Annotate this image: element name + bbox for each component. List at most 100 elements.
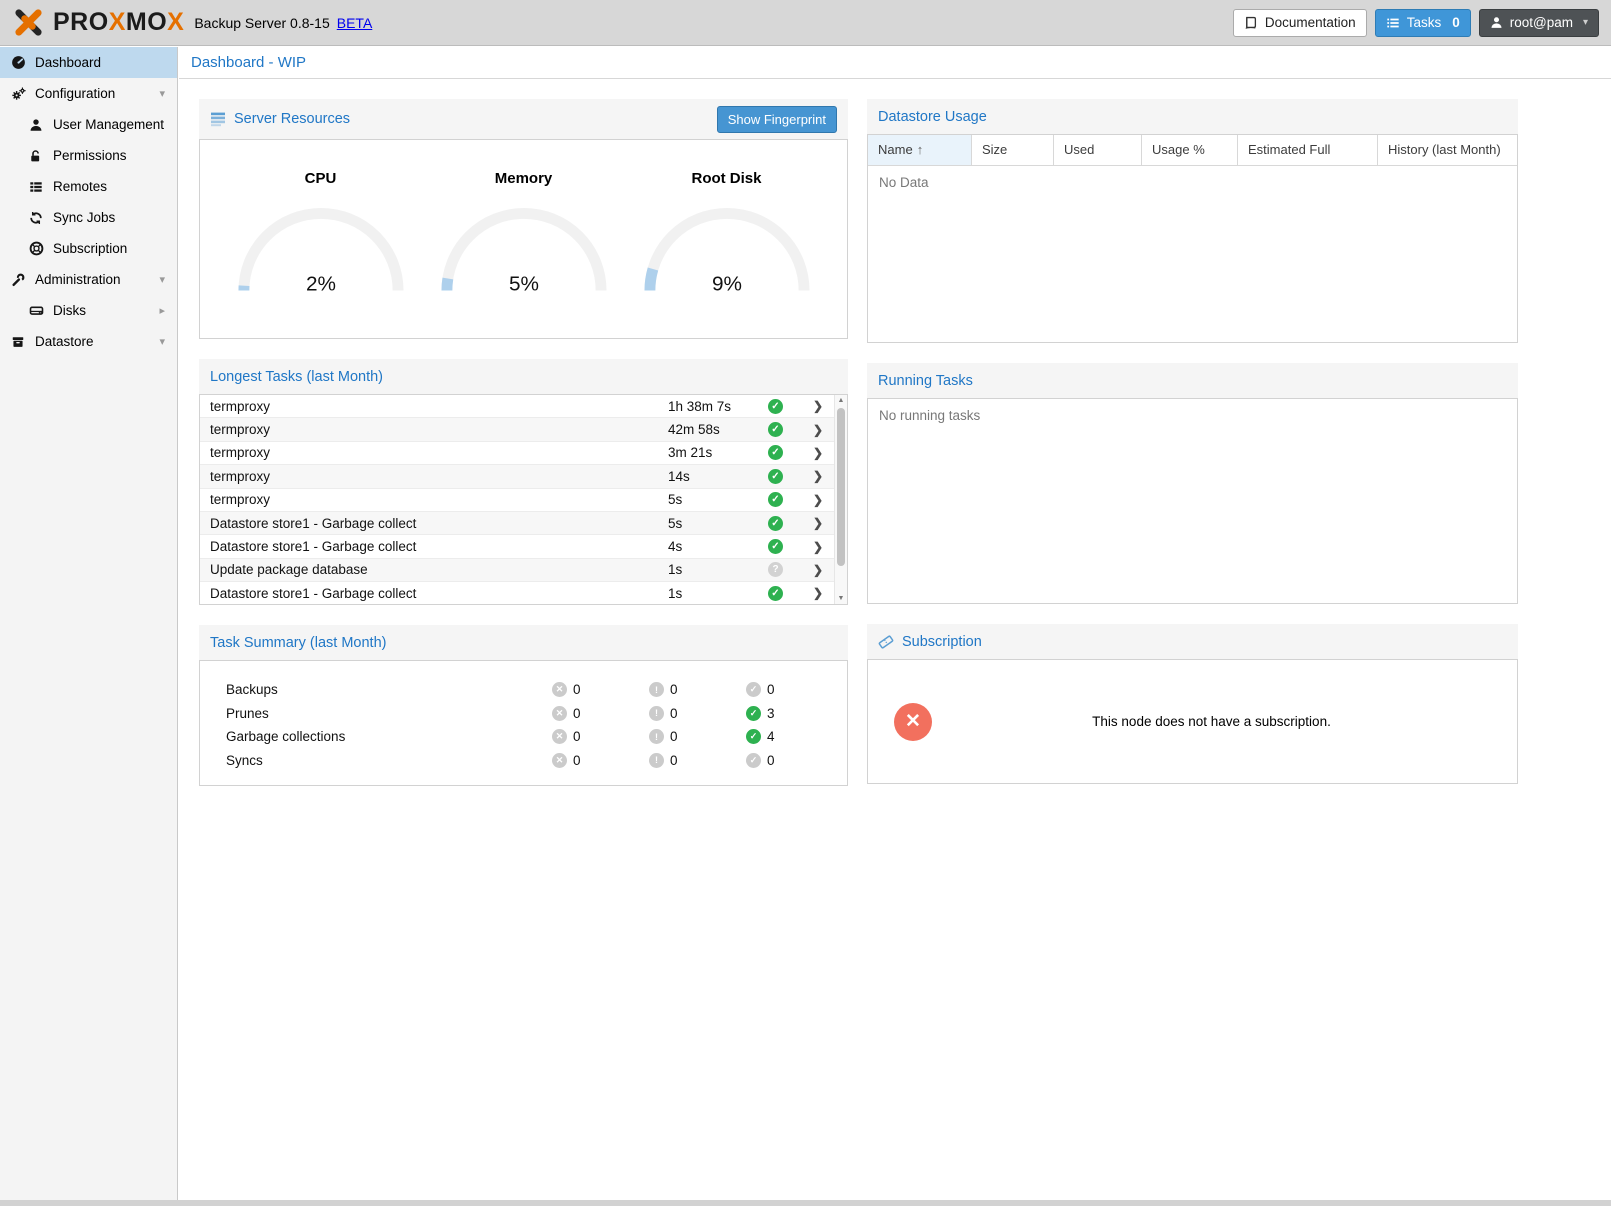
documentation-button[interactable]: Documentation	[1233, 9, 1367, 37]
tasks-button[interactable]: Tasks 0	[1375, 9, 1471, 37]
refresh-icon	[28, 211, 44, 225]
status-ok-icon: ✓	[768, 445, 783, 460]
status-unknown-icon: ?	[768, 562, 783, 577]
svg-text:9%: 9%	[712, 273, 742, 296]
datastore-usage-header: Datastore Usage	[867, 99, 1518, 134]
task-row[interactable]: termproxy 5s ✓ ❯	[200, 489, 847, 512]
task-row[interactable]: Update package database 1s ? ❯	[200, 559, 847, 582]
task-row[interactable]: termproxy 1h 38m 7s ✓ ❯	[200, 395, 847, 418]
panel-title: Running Tasks	[878, 373, 973, 389]
sidebar-item-label: Remotes	[53, 179, 107, 194]
column-header-size[interactable]: Size	[972, 135, 1054, 165]
subscription-panel: Subscription ✕ This node does not have a…	[867, 624, 1518, 784]
sidebar-item-permissions[interactable]: Permissions	[0, 140, 177, 171]
sidebar-item-label: User Management	[53, 117, 164, 132]
panel-title: Datastore Usage	[878, 109, 987, 125]
beta-link[interactable]: BETA	[337, 15, 373, 31]
root-disk-gauge-arc: 9%	[642, 203, 812, 296]
task-row[interactable]: Datastore store1 - Garbage collect 5s ✓ …	[200, 512, 847, 535]
table-header-row: Name↑ Size Used Usage % Estimated Full H…	[868, 135, 1517, 165]
status-ok-icon: ✓	[768, 586, 783, 601]
life-ring-icon	[28, 241, 44, 256]
sidebar-item-configuration[interactable]: Configuration ▾	[0, 78, 177, 109]
task-row[interactable]: Datastore store1 - Garbage collect 1s ✓ …	[200, 582, 847, 605]
column-header-name[interactable]: Name↑	[868, 135, 972, 165]
server-resources-header: Server Resources Show Fingerprint	[199, 99, 848, 139]
running-tasks-header: Running Tasks	[867, 363, 1518, 398]
sidebar-item-label: Subscription	[53, 241, 127, 256]
svg-text:2%: 2%	[306, 273, 336, 296]
column-header-used[interactable]: Used	[1054, 135, 1142, 165]
task-row[interactable]: termproxy 42m 58s ✓ ❯	[200, 418, 847, 441]
ok-count-icon: ✓	[746, 753, 761, 768]
ticket-icon	[878, 634, 894, 650]
sidebar-item-label: Administration	[35, 272, 121, 287]
sidebar-item-sync-jobs[interactable]: Sync Jobs	[0, 202, 177, 233]
summary-row-garbage-collections: Garbage collections ✕0 !0 ✓4	[226, 725, 821, 749]
panel-title: Longest Tasks (last Month)	[210, 369, 383, 385]
sidebar-item-remotes[interactable]: Remotes	[0, 171, 177, 202]
user-icon	[28, 118, 44, 132]
sidebar-item-administration[interactable]: Administration ▾	[0, 264, 177, 295]
ok-count-icon: ✓	[746, 682, 761, 697]
proxmox-x-icon	[12, 7, 45, 38]
user-menu-button[interactable]: root@pam ▾	[1479, 9, 1599, 37]
server-resources-body: CPU 2% Memory 5%	[199, 139, 848, 339]
proxmox-wordmark: PROXMOX	[53, 8, 184, 37]
column-header-history[interactable]: History (last Month)	[1378, 135, 1517, 165]
main-area: Dashboard - WIP Server Resources Show Fi…	[179, 46, 1611, 1200]
running-tasks-panel: Running Tasks No running tasks	[867, 363, 1518, 604]
datastore-usage-table: Name↑ Size Used Usage % Estimated Full H…	[867, 134, 1518, 343]
error-count-icon: ✕	[552, 706, 567, 721]
unlock-icon	[28, 149, 44, 163]
error-count-icon: ✕	[552, 682, 567, 697]
svg-text:5%: 5%	[509, 273, 539, 296]
scroll-down-arrow[interactable]: ▼	[835, 595, 847, 602]
task-summary-header: Task Summary (last Month)	[199, 625, 848, 660]
sidebar-item-disks[interactable]: Disks ▸	[0, 295, 177, 326]
sidebar-item-dashboard[interactable]: Dashboard	[0, 47, 177, 78]
sidebar-item-label: Permissions	[53, 148, 127, 163]
column-header-usage-pct[interactable]: Usage %	[1142, 135, 1238, 165]
chevron-right-icon: ▸	[159, 304, 165, 317]
user-icon	[1490, 16, 1503, 29]
warning-count-icon: !	[649, 682, 664, 697]
sidebar-item-user-management[interactable]: User Management	[0, 109, 177, 140]
column-header-estimated-full[interactable]: Estimated Full	[1238, 135, 1378, 165]
sidebar-item-datastore[interactable]: Datastore ▾	[0, 326, 177, 357]
sidebar-item-subscription[interactable]: Subscription	[0, 233, 177, 264]
summary-row-backups: Backups ✕0 !0 ✓0	[226, 678, 821, 702]
scroll-up-arrow[interactable]: ▲	[835, 397, 847, 404]
ok-count-icon: ✓	[746, 706, 761, 721]
chevron-down-icon: ▾	[159, 273, 165, 286]
scrollbar-thumb[interactable]	[837, 408, 845, 566]
task-row[interactable]: Datastore store1 - Garbage collect 4s ✓ …	[200, 535, 847, 558]
show-fingerprint-button[interactable]: Show Fingerprint	[717, 106, 837, 133]
task-row[interactable]: termproxy 3m 21s ✓ ❯	[200, 442, 847, 465]
longest-tasks-header: Longest Tasks (last Month)	[199, 359, 848, 394]
warning-count-icon: !	[649, 729, 664, 744]
status-ok-icon: ✓	[768, 516, 783, 531]
vertical-scrollbar[interactable]: ▲ ▼	[834, 395, 847, 604]
subscription-header: Subscription	[867, 624, 1518, 659]
no-subscription-icon: ✕	[894, 703, 932, 741]
bottom-edge-strip	[0, 1200, 1611, 1206]
status-ok-icon: ✓	[768, 399, 783, 414]
task-row[interactable]: termproxy 14s ✓ ❯	[200, 465, 847, 488]
list-icon	[28, 180, 44, 194]
sidebar-item-label: Datastore	[35, 334, 94, 349]
tasks-count-badge: 0	[1452, 15, 1460, 30]
sidebar-item-label: Disks	[53, 303, 86, 318]
panel-title: Server Resources	[234, 111, 350, 127]
sidebar-item-label: Configuration	[35, 86, 115, 101]
top-bar: PROXMOX Backup Server 0.8-15 BETA Docume…	[0, 0, 1611, 46]
warning-count-icon: !	[649, 706, 664, 721]
archive-box-icon	[10, 335, 26, 349]
warning-count-icon: !	[649, 753, 664, 768]
task-summary-panel: Task Summary (last Month) Backups ✕0 !0 …	[199, 625, 848, 786]
task-list-icon	[1386, 16, 1400, 30]
tachometer-icon	[10, 55, 26, 70]
error-count-icon: ✕	[552, 729, 567, 744]
server-resources-panel: Server Resources Show Fingerprint CPU 2%…	[199, 99, 848, 339]
summary-row-prunes: Prunes ✕0 !0 ✓3	[226, 702, 821, 726]
